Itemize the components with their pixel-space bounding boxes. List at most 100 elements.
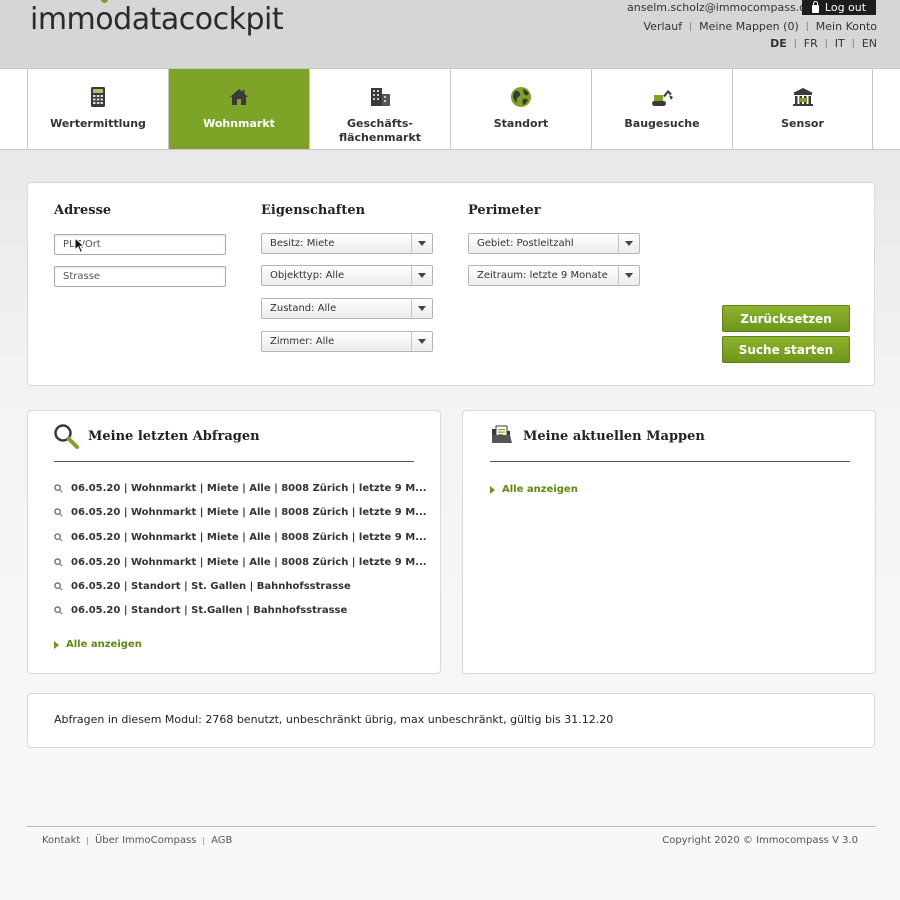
- separator: |: [824, 38, 828, 49]
- logo-text-2: datacockpit: [113, 2, 284, 37]
- query-item[interactable]: 06.05.20 | Wohnmarkt | Miete | Alle | 80…: [54, 483, 427, 494]
- zimmer-select[interactable]: Zimmer: Alle: [261, 331, 433, 352]
- separator: |: [202, 836, 206, 845]
- query-text: 06.05.20 | Standort | St. Gallen | Bahnh…: [71, 581, 351, 592]
- footer-link-ueber[interactable]: Über ImmoCompass: [95, 835, 196, 846]
- small-search-icon: [54, 533, 63, 542]
- nav-label: Geschäfts- flächenmarkt: [338, 117, 422, 144]
- quota-text: Abfragen in diesem Modul: 2768 benutzt, …: [54, 713, 614, 726]
- reset-button[interactable]: Zurücksetzen: [722, 305, 850, 332]
- chevron-down-icon: [411, 234, 432, 253]
- query-item[interactable]: 06.05.20 | Standort | St.Gallen | Bahnho…: [54, 605, 347, 616]
- user-email: anselm.scholz@immocompass.ch: [627, 1, 813, 14]
- recent-queries-title: Meine letzten Abfragen: [88, 429, 260, 444]
- footer-links: Kontakt | Über ImmoCompass | AGB: [42, 835, 232, 846]
- query-text: 06.05.20 | Wohnmarkt | Miete | Alle | 80…: [71, 557, 427, 568]
- separator: |: [793, 38, 797, 49]
- language-switcher: DE | FR | IT | EN: [770, 37, 877, 50]
- excavator-icon: [652, 90, 673, 106]
- nav-standort[interactable]: Standort: [450, 69, 591, 149]
- search-panel: Adresse Eigenschaften Besitz: Miete Obje…: [27, 182, 875, 386]
- select-value: Besitz: Miete: [270, 238, 335, 249]
- query-item[interactable]: 06.05.20 | Standort | St. Gallen | Bahnh…: [54, 581, 351, 592]
- current-folders-panel: Meine aktuellen Mappen Alle anzeigen: [462, 410, 876, 674]
- small-search-icon: [54, 484, 63, 493]
- select-value: Zeitraum: letzte 9 Monate: [477, 270, 608, 281]
- module-nav: Wertermittlung Wohnmarkt Geschäfts- fläc…: [0, 68, 900, 150]
- arrow-right-icon: [490, 485, 495, 494]
- search-start-button[interactable]: Suche starten: [722, 336, 850, 363]
- perimeter-title: Perimeter: [468, 203, 541, 218]
- magnifier-icon: [54, 424, 79, 449]
- logo-o: o: [95, 2, 114, 37]
- link-mein-konto[interactable]: Mein Konto: [816, 20, 877, 33]
- query-text: 06.05.20 | Wohnmarkt | Miete | Alle | 80…: [71, 483, 427, 494]
- gebiet-select[interactable]: Gebiet: Postleitzahl: [468, 233, 640, 254]
- nav-label: Sensor: [781, 117, 824, 130]
- small-search-icon: [54, 558, 63, 567]
- bank-building-icon: [792, 88, 813, 106]
- small-search-icon: [54, 606, 63, 615]
- footer-divider: [27, 826, 876, 827]
- objekttyp-select[interactable]: Objekttyp: Alle: [261, 265, 433, 286]
- separator: |: [805, 21, 809, 32]
- strasse-input[interactable]: [54, 266, 226, 287]
- divider: [54, 461, 414, 462]
- nav-geschaeftsflaechenmarkt[interactable]: Geschäfts- flächenmarkt: [309, 69, 450, 149]
- query-text: 06.05.20 | Wohnmarkt | Miete | Alle | 80…: [71, 507, 427, 518]
- link-verlauf[interactable]: Verlauf: [644, 20, 683, 33]
- query-item[interactable]: 06.05.20 | Wohnmarkt | Miete | Alle | 80…: [54, 532, 427, 543]
- lang-fr[interactable]: FR: [804, 37, 818, 50]
- mouse-cursor-icon: [74, 237, 86, 254]
- chevron-down-icon: [618, 266, 639, 285]
- house-icon: [230, 89, 248, 105]
- lang-en[interactable]: EN: [862, 37, 877, 50]
- recent-queries-panel: Meine letzten Abfragen 06.05.20 | Wohnma…: [27, 410, 441, 674]
- link-meine-mappen[interactable]: Meine Mappen (0): [699, 20, 799, 33]
- show-all-label: Alle anzeigen: [502, 484, 578, 495]
- select-value: Objekttyp: Alle: [270, 270, 345, 281]
- chevron-down-icon: [618, 234, 639, 253]
- chevron-down-icon: [411, 266, 432, 285]
- query-item[interactable]: 06.05.20 | Wohnmarkt | Miete | Alle | 80…: [54, 557, 427, 568]
- nav-label: Wohnmarkt: [203, 117, 275, 130]
- query-text: 06.05.20 | Standort | St.Gallen | Bahnho…: [71, 605, 348, 616]
- quota-panel: Abfragen in diesem Modul: 2768 benutzt, …: [27, 693, 875, 748]
- chevron-down-icon: [411, 332, 432, 351]
- query-item[interactable]: 06.05.20 | Wohnmarkt | Miete | Alle | 80…: [54, 507, 427, 518]
- current-folders-title: Meine aktuellen Mappen: [523, 429, 705, 444]
- account-links: Verlauf | Meine Mappen (0) | Mein Konto: [644, 20, 877, 33]
- nav-baugesuche[interactable]: Baugesuche: [591, 69, 732, 149]
- logout-button[interactable]: Log out: [802, 0, 876, 15]
- nav-wohnmarkt[interactable]: Wohnmarkt: [168, 69, 309, 149]
- lang-de[interactable]: DE: [770, 37, 787, 50]
- nav-wertermittlung[interactable]: Wertermittlung: [27, 69, 168, 149]
- besitz-select[interactable]: Besitz: Miete: [261, 233, 433, 254]
- lang-it[interactable]: IT: [835, 37, 845, 50]
- arrow-right-icon: [54, 640, 59, 649]
- lock-icon: [811, 0, 819, 13]
- select-value: Zustand: Alle: [270, 303, 337, 314]
- logout-label: Log out: [824, 1, 867, 14]
- nav-label: Baugesuche: [624, 117, 700, 130]
- recent-show-all-link[interactable]: Alle anzeigen: [54, 639, 142, 650]
- copyright: Copyright 2020 © Immocompass V 3.0: [662, 835, 858, 846]
- small-search-icon: [54, 508, 63, 517]
- nav-label: Standort: [493, 117, 549, 130]
- zeitraum-select[interactable]: Zeitraum: letzte 9 Monate: [468, 265, 640, 286]
- small-search-icon: [54, 582, 63, 591]
- footer-link-kontakt[interactable]: Kontakt: [42, 835, 80, 846]
- separator: |: [86, 836, 89, 845]
- separator: |: [689, 21, 693, 32]
- nav-sensor[interactable]: Sensor: [732, 69, 873, 149]
- query-text: 06.05.20 | Wohnmarkt | Miete | Alle | 80…: [71, 532, 427, 543]
- logo[interactable]: immodatacockpit: [30, 2, 284, 37]
- folders-show-all-link[interactable]: Alle anzeigen: [490, 484, 578, 495]
- eigenschaften-title: Eigenschaften: [261, 203, 366, 218]
- footer-link-agb[interactable]: AGB: [211, 835, 232, 846]
- zustand-select[interactable]: Zustand: Alle: [261, 298, 433, 319]
- globe-icon: [511, 87, 531, 107]
- select-value: Gebiet: Postleitzahl: [477, 238, 574, 249]
- office-building-icon: [371, 88, 390, 106]
- divider: [490, 461, 850, 462]
